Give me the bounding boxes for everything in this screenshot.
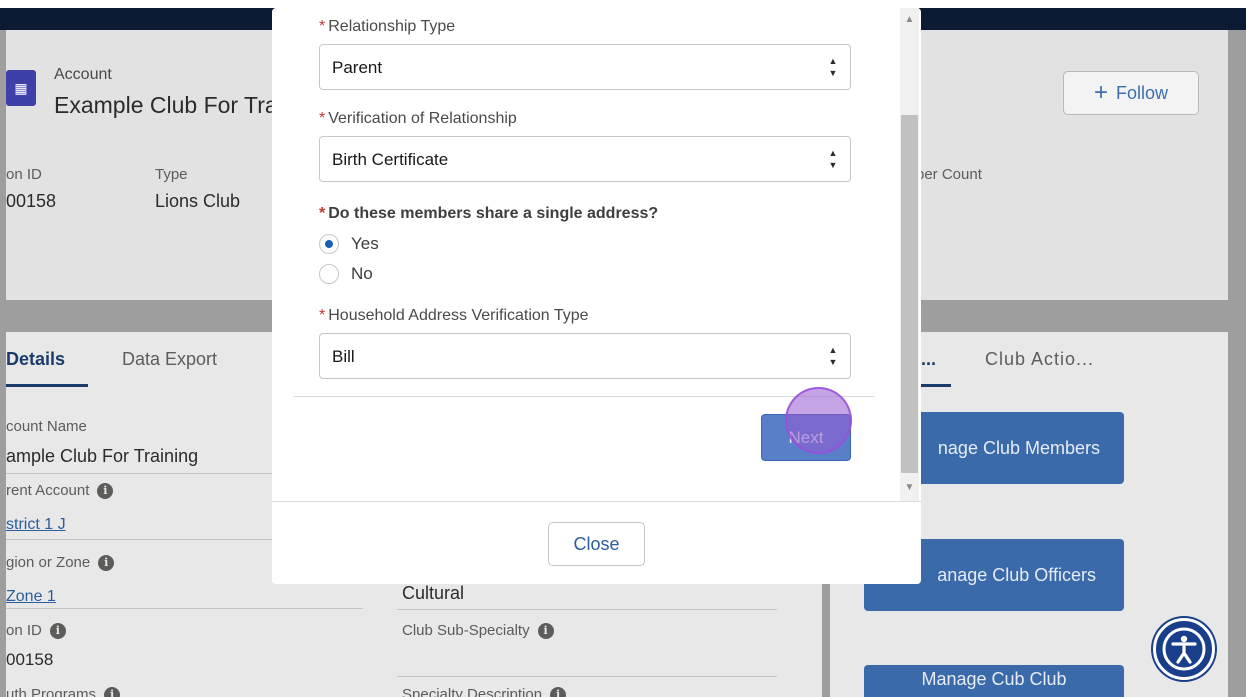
parent-account-link[interactable]: strict 1 J <box>6 516 66 534</box>
accessibility-icon <box>1162 627 1206 671</box>
highlight-value-id: 00158 <box>6 191 57 211</box>
field-divider <box>6 608 363 609</box>
verification-value: Birth Certificate <box>332 150 449 169</box>
account-icon: ▦ <box>6 70 36 106</box>
field-label-specialty-description: Specialty Description i <box>402 686 567 697</box>
modal-scrollbar[interactable]: ▲ ▼ <box>900 8 919 501</box>
top-strip <box>0 0 1246 8</box>
highlight-label-type: Type <box>155 166 188 183</box>
sub-specialty-label-text: Club Sub-Specialty <box>402 622 530 639</box>
region-link[interactable]: Zone 1 <box>6 588 56 606</box>
up-down-arrows-icon: ▲ ▼ <box>828 345 838 367</box>
parent-account-label-text: rent Account <box>6 482 90 499</box>
region-label-text: gion or Zone <box>6 554 91 571</box>
tab-details[interactable]: Details <box>6 349 65 370</box>
required-marker: * <box>319 110 326 127</box>
relationship-type-label: * Relationship Type <box>319 18 455 36</box>
field-label-sub-specialty: Club Sub-Specialty i <box>402 622 554 640</box>
modal-section-divider <box>294 396 874 397</box>
next-button[interactable]: Next <box>761 414 851 461</box>
info-icon[interactable]: i <box>49 623 66 640</box>
close-button[interactable]: Close <box>548 522 645 566</box>
required-marker: * <box>319 18 326 35</box>
modal-dialog: * Relationship Type Parent ▲ ▼ * Verificati… <box>272 8 921 584</box>
household-verification-label-text: Household Address Verification Type <box>328 307 589 324</box>
shared-address-label: * Do these members share a single address… <box>319 205 658 223</box>
modal-body: * Relationship Type Parent ▲ ▼ * Verificati… <box>272 8 921 501</box>
relationship-type-label-text: Relationship Type <box>328 18 456 35</box>
info-icon[interactable]: i <box>550 687 567 697</box>
field-label-id: on ID i <box>6 622 66 640</box>
field-label-region: gion or Zone i <box>6 554 115 572</box>
field-divider <box>397 676 777 677</box>
required-marker: * <box>319 205 326 222</box>
specialty-description-label-text: Specialty Description <box>402 686 543 697</box>
youth-label-text: uth Programs <box>6 686 97 697</box>
tab-data-export[interactable]: Data Export <box>122 349 217 370</box>
radio-no[interactable] <box>319 264 339 284</box>
verification-select[interactable]: Birth Certificate ▲ ▼ <box>319 136 851 182</box>
tab-ellipsis[interactable]: ... <box>921 349 936 370</box>
radio-yes-label: Yes <box>351 234 379 253</box>
radio-yes[interactable] <box>319 234 339 254</box>
household-verification-value: Bill <box>332 347 355 366</box>
radio-no-label: No <box>351 264 373 283</box>
shared-address-label-text: Do these members share a single address? <box>328 205 659 222</box>
field-label-youth-programs: uth Programs i <box>6 686 121 697</box>
active-tab-indicator <box>6 384 88 387</box>
radio-option-no[interactable]: No <box>319 264 373 284</box>
highlight-value-type: Lions Club <box>155 191 241 211</box>
up-down-arrows-icon: ▲ ▼ <box>828 56 838 78</box>
follow-button[interactable]: + Follow <box>1063 71 1199 115</box>
manage-cub-club-button[interactable]: Manage Cub Club <box>864 665 1124 697</box>
up-down-arrows-icon: ▲ ▼ <box>828 148 838 170</box>
verification-label-text: Verification of Relationship <box>328 110 517 127</box>
highlight-label-id: on ID <box>6 166 42 183</box>
plus-icon: + <box>1093 79 1108 106</box>
active-tab-indicator <box>921 384 951 387</box>
radio-option-yes[interactable]: Yes <box>319 234 379 254</box>
relationship-type-select[interactable]: Parent ▲ ▼ <box>319 44 851 90</box>
relationship-type-value: Parent <box>332 58 383 77</box>
verification-label: * Verification of Relationship <box>319 110 517 128</box>
household-verification-label: * Household Address Verification Type <box>319 307 589 325</box>
scroll-up-icon[interactable]: ▲ <box>900 12 919 28</box>
required-marker: * <box>319 307 326 324</box>
field-divider <box>397 609 777 610</box>
id-label-text: on ID <box>6 622 42 639</box>
scroll-thumb[interactable] <box>901 115 918 473</box>
field-value-account-name: ample Club For Training <box>6 446 199 466</box>
info-icon[interactable]: i <box>537 623 554 640</box>
follow-label: Follow <box>1116 82 1169 103</box>
household-verification-select[interactable]: Bill ▲ ▼ <box>319 333 851 379</box>
tab-club-actions[interactable]: Club Actio... <box>985 349 1094 370</box>
field-value-specialty: Cultural <box>402 583 465 603</box>
object-label: Account <box>54 66 112 83</box>
field-label-parent-account: rent Account i <box>6 482 114 500</box>
field-value-id: 00158 <box>6 650 54 669</box>
modal-footer: Close <box>272 501 921 584</box>
info-icon[interactable]: i <box>98 555 115 572</box>
accessibility-button[interactable] <box>1153 618 1215 680</box>
scroll-down-icon[interactable]: ▼ <box>900 480 919 496</box>
info-icon[interactable]: i <box>97 483 114 500</box>
info-icon[interactable]: i <box>104 687 121 697</box>
field-label-account-name: count Name <box>6 418 87 435</box>
highlight-label-member-count: ber Count <box>916 166 982 183</box>
